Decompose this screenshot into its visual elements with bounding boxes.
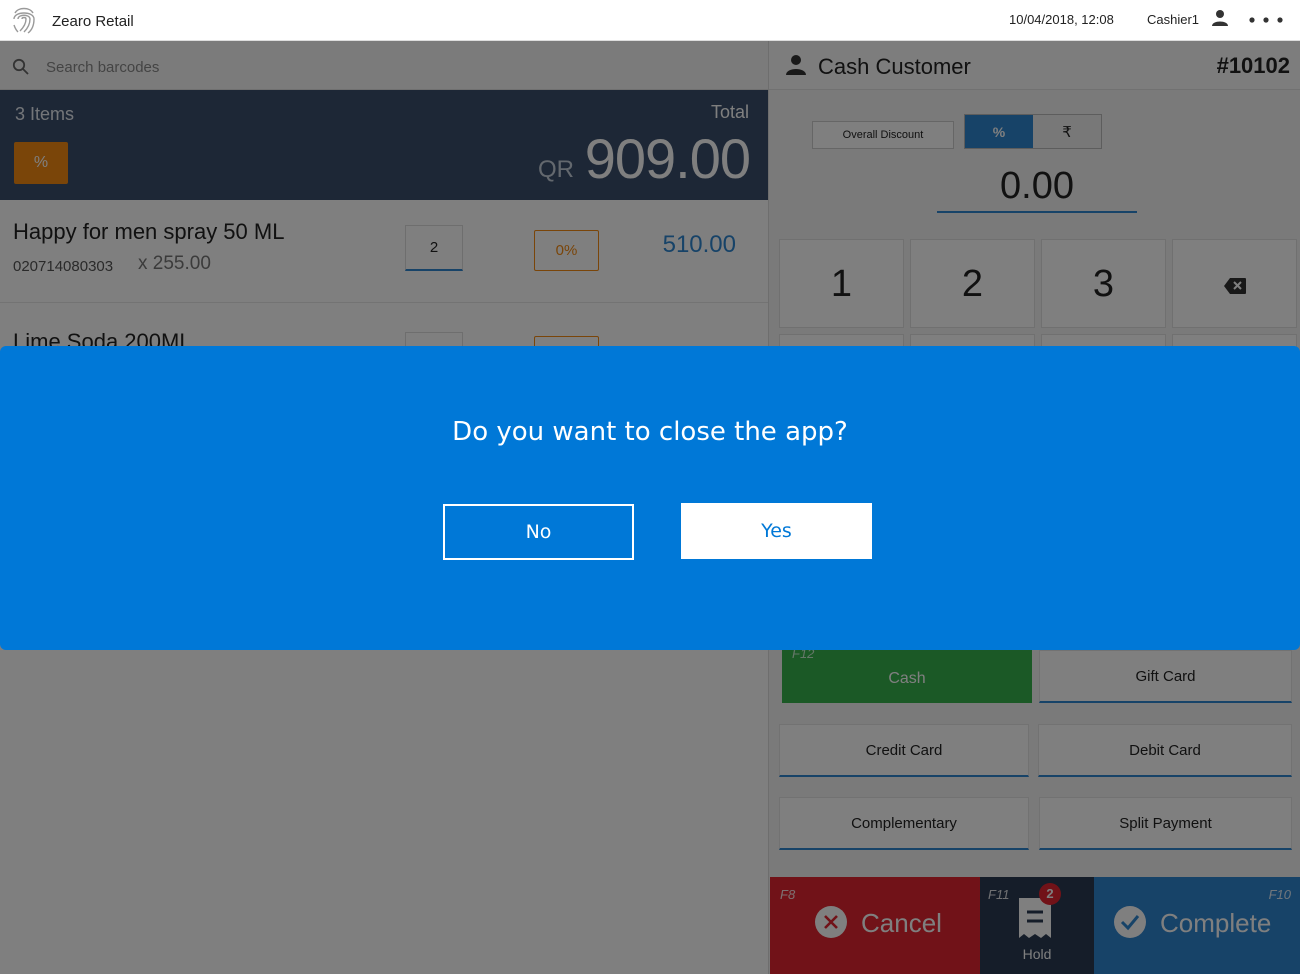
app-title: Zearo Retail [52, 13, 134, 30]
cashier-name: Cashier1 [1147, 12, 1200, 27]
no-button[interactable]: No [443, 504, 634, 560]
close-app-dialog: Do you want to close the app? No Yes [0, 346, 1300, 650]
datetime: 10/04/2018, 12:08 [1009, 12, 1114, 27]
yes-button[interactable]: Yes [681, 503, 872, 559]
top-bar: Zearo Retail 10/04/2018, 12:08 Cashier1 [0, 0, 1300, 41]
dialog-message: Do you want to close the app? [452, 417, 848, 447]
user-icon[interactable] [1211, 9, 1229, 27]
more-dots-icon[interactable] [1247, 15, 1285, 25]
fingerprint-icon [13, 7, 35, 34]
